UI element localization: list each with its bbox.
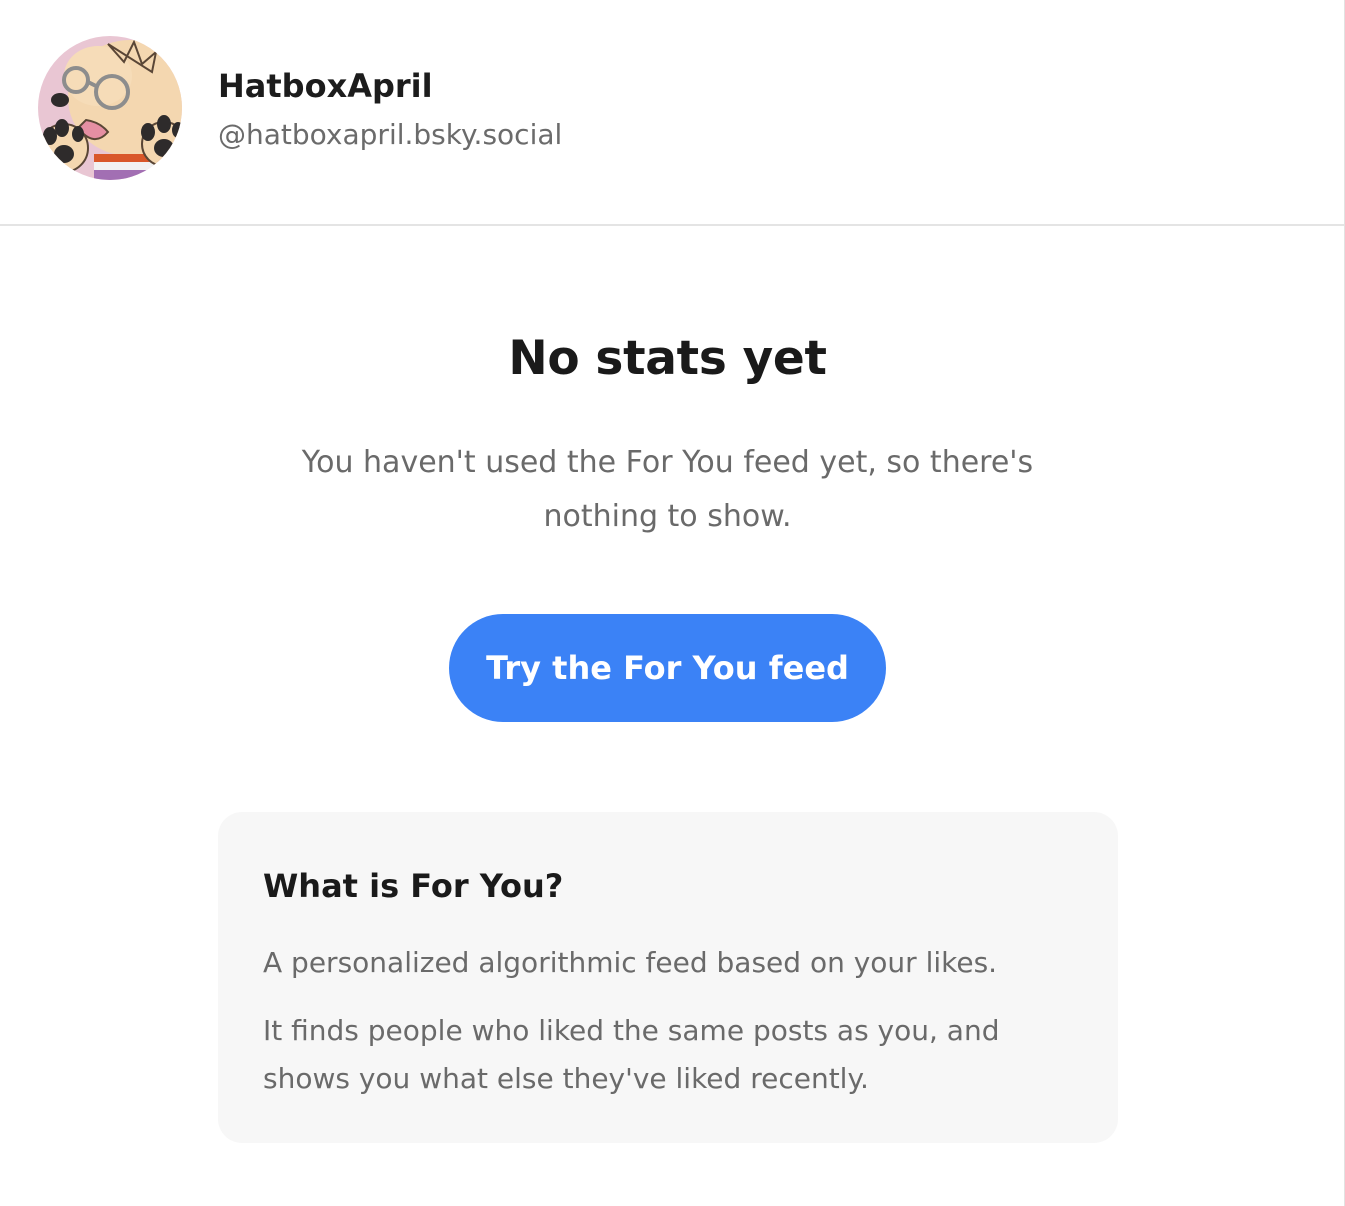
avatar-image — [38, 36, 182, 180]
empty-state-title: No stats yet — [508, 331, 827, 386]
empty-state-description: You haven't used the For You feed yet, s… — [301, 445, 1034, 534]
try-for-you-feed-button[interactable]: Try the For You feed — [449, 614, 886, 722]
profile-handle: @hatboxapril.bsky.social — [218, 118, 563, 151]
profile-header: HatboxApril @hatboxapril.bsky.social — [0, 0, 1344, 226]
info-card-paragraph: It finds people who liked the same posts… — [263, 1014, 1000, 1095]
info-card: What is For You? A personalized algorith… — [218, 812, 1118, 1143]
avatar[interactable] — [38, 36, 182, 180]
display-name: HatboxApril — [218, 67, 433, 105]
info-card-paragraph: A personalized algorithmic feed based on… — [263, 946, 998, 979]
stats-page: HatboxApril @hatboxapril.bsky.social No … — [0, 0, 1345, 1206]
info-card-title: What is For You? — [263, 867, 564, 905]
